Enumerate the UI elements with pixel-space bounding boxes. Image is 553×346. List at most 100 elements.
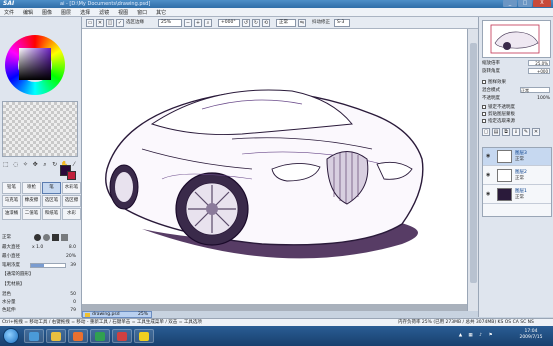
background-color-swatch[interactable] (67, 171, 76, 180)
size-row[interactable]: 最大直径 x 1.0 8.0 (2, 243, 80, 252)
flip-icon[interactable]: ⇋ (298, 19, 306, 27)
vertical-scrollbar[interactable] (467, 29, 478, 311)
density-row[interactable]: 笔刷浓度 39 (2, 261, 80, 270)
texture2-select[interactable]: 【无材质】 (2, 280, 80, 289)
clear-layer-icon[interactable]: ✎ (522, 128, 530, 136)
anti-alias-checkbox[interactable]: ✓ (116, 19, 124, 27)
nav-angle-field[interactable]: +000 (528, 68, 550, 74)
zoom-in-icon[interactable]: + (194, 19, 202, 27)
magic-wand-icon[interactable]: ✧ (22, 161, 30, 169)
brush-pencil[interactable]: 铅笔 (2, 182, 21, 194)
taskbar-folder[interactable] (46, 329, 66, 343)
layer-item[interactable]: ◉ 图层1 正常 (483, 186, 551, 204)
brush-paper-pen[interactable]: 和纸笔 (42, 208, 61, 220)
texture-select[interactable]: 【通常的圆形】 (2, 270, 80, 279)
start-button[interactable] (3, 328, 19, 344)
maximize-button[interactable]: □ (518, 0, 532, 7)
square-tip-icon[interactable] (52, 234, 59, 241)
volume-icon[interactable]: ♪ (477, 332, 484, 339)
brush-watercolor[interactable]: 水彩 (62, 208, 81, 220)
persistence-row[interactable]: 色延伸 79 (2, 306, 80, 315)
close-button[interactable]: X (533, 0, 551, 7)
lock-opacity-checkbox[interactable] (482, 104, 486, 109)
brush-binary-pen[interactable]: 二值笔 (22, 208, 41, 220)
round-tip-icon[interactable] (34, 234, 41, 241)
size-multiplier[interactable]: x 1.0 (32, 243, 43, 252)
layer-opacity-row[interactable]: 不透明度 100% (482, 95, 552, 102)
zoom-out-icon[interactable]: − (184, 19, 192, 27)
brush-eraser[interactable]: 橡皮擦 (22, 195, 41, 207)
effect-checkbox[interactable] (482, 79, 486, 84)
layer-item[interactable]: ◉ 图层3 正常 (483, 148, 551, 166)
menu-filter[interactable]: 滤镜 (99, 9, 109, 16)
menu-select[interactable]: 选择 (80, 9, 90, 16)
taskbar-chat[interactable] (90, 329, 110, 343)
nav-zoom-field[interactable]: 25.0% (528, 60, 550, 66)
rotate-tool-icon[interactable]: ↻ (51, 161, 59, 169)
swatch-grid[interactable] (2, 101, 78, 157)
density-slider[interactable] (30, 263, 66, 268)
layer-item[interactable]: ◉ 图层2 正常 (483, 167, 551, 185)
saturation-value-square[interactable] (19, 48, 51, 80)
brush-bucket[interactable]: 油漆桶 (2, 208, 21, 220)
effect-row[interactable]: 图样效果 (482, 79, 552, 86)
select-all-icon[interactable]: ▭ (86, 19, 94, 27)
selection-source-row[interactable]: 指定选取来源 (482, 118, 552, 125)
brush-select-eraser[interactable]: 选区擦 (62, 195, 81, 207)
copy-layer-icon[interactable]: ⧉ (502, 128, 510, 136)
rotate-reset-icon[interactable]: ⟲ (262, 19, 270, 27)
nav-zoom-row[interactable]: 缩放倍率 25.0% (482, 60, 552, 67)
invert-icon[interactable]: ◫ (106, 19, 114, 27)
zoom-tool-icon[interactable]: ⌕ (41, 161, 49, 169)
brush-blend-mode[interactable]: 正常 (2, 233, 32, 242)
select-tool-icon[interactable]: ⬚ (2, 161, 10, 169)
network-icon[interactable]: ▦ (467, 332, 474, 339)
eyedropper-icon[interactable]: ⁄ (70, 161, 78, 169)
blend-mode-select[interactable]: 正常 (276, 19, 296, 27)
scroll-thumb[interactable] (470, 43, 477, 283)
document-tab[interactable]: drawing.psd 25% (82, 311, 152, 318)
taskbar-explorer[interactable] (24, 329, 44, 343)
min-size-row[interactable]: 最小直径 20% (2, 252, 80, 261)
brush-watercolor-pen[interactable]: 水彩笔 (62, 182, 81, 194)
tray-up-icon[interactable]: ▲ (457, 332, 464, 339)
new-layer-icon[interactable]: ▢ (482, 128, 490, 136)
lasso-tool-icon[interactable]: ◌ (12, 161, 20, 169)
new-folder-icon[interactable]: ▤ (492, 128, 500, 136)
layer-blend-select[interactable]: 正常 (520, 87, 550, 93)
move-tool-icon[interactable]: ✥ (31, 161, 39, 169)
brush-select-pen[interactable]: 选区笔 (42, 195, 61, 207)
drawing-canvas[interactable] (82, 29, 467, 304)
brush-marker[interactable]: 马克笔 (2, 195, 21, 207)
selection-source-checkbox[interactable] (482, 118, 486, 123)
blend-mode-row[interactable]: 混合模式 正常 (482, 87, 552, 94)
lock-opacity-row[interactable]: 锁定不透明度 (482, 104, 552, 111)
stabilizer-select[interactable]: S-3 (334, 19, 350, 27)
rotation-select[interactable]: +000° (218, 19, 240, 27)
flat-tip-icon[interactable] (61, 234, 68, 241)
brush-pen[interactable]: 笔 (42, 182, 61, 194)
menu-edit[interactable]: 编辑 (23, 9, 33, 16)
delete-layer-icon[interactable]: ✕ (532, 128, 540, 136)
deselect-icon[interactable]: ✕ (96, 19, 104, 27)
rotate-left-icon[interactable]: ↺ (242, 19, 250, 27)
eye-icon[interactable]: ◉ (486, 153, 494, 159)
menu-image[interactable]: 图像 (42, 9, 52, 16)
brush-airbrush[interactable]: 喷枪 (22, 182, 41, 194)
flag-icon[interactable]: ⚑ (487, 332, 494, 339)
navigator-preview[interactable] (482, 20, 551, 58)
merge-layer-icon[interactable]: ⇓ (512, 128, 520, 136)
zoom-select[interactable]: 25% (158, 19, 182, 27)
menu-file[interactable]: 文件 (4, 9, 14, 16)
rotate-right-icon[interactable]: ↻ (252, 19, 260, 27)
clip-group-checkbox[interactable] (482, 111, 486, 116)
minimize-button[interactable]: _ (503, 0, 517, 7)
menu-view[interactable]: 视图 (118, 9, 128, 16)
zoom-reset-icon[interactable]: ⌕ (204, 19, 212, 27)
taskbar-sai[interactable] (112, 329, 132, 343)
menu-other[interactable]: 其它 (156, 9, 166, 16)
menu-layer[interactable]: 图层 (61, 9, 71, 16)
clock[interactable]: 17:04 2009/7/15 (516, 329, 546, 343)
taskbar-qq[interactable] (134, 329, 154, 343)
canvas-area[interactable] (82, 29, 478, 311)
